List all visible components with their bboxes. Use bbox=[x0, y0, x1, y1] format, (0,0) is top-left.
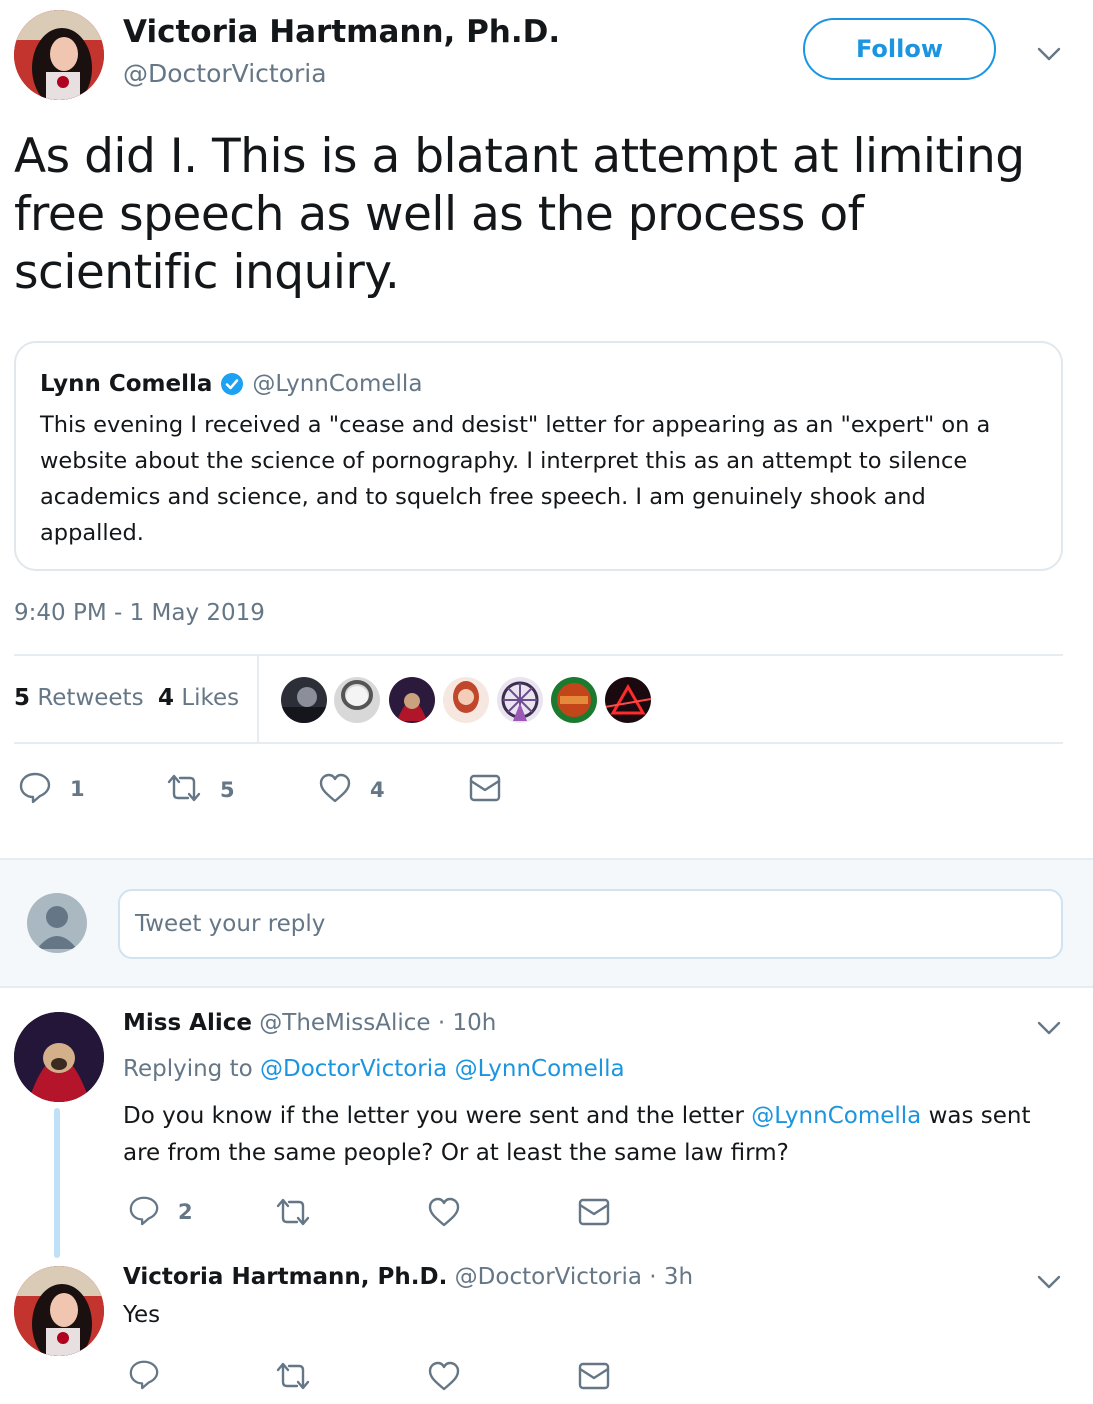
author-avatar[interactable] bbox=[14, 10, 104, 100]
chevron-down-icon[interactable] bbox=[1036, 1018, 1062, 1038]
like-action[interactable]: 4 bbox=[318, 772, 385, 808]
thread-line bbox=[54, 1108, 60, 1258]
retweet-icon bbox=[275, 1362, 311, 1396]
reply-time[interactable]: · 10h bbox=[438, 1010, 496, 1036]
direct-message-action[interactable] bbox=[578, 1197, 610, 1231]
liker-avatar[interactable] bbox=[389, 677, 435, 723]
heart-icon bbox=[427, 1361, 461, 1396]
replying-to-label: Replying to bbox=[123, 1056, 253, 1082]
replying-to-mentions[interactable]: @DoctorVictoria @LynnComella bbox=[260, 1056, 625, 1082]
chevron-down-icon[interactable] bbox=[1036, 44, 1062, 64]
reply-text: Do you know if the letter you were sent … bbox=[123, 1098, 1058, 1172]
retweets-stat[interactable]: 5 Retweets bbox=[14, 685, 144, 711]
author-handle[interactable]: @DoctorVictoria bbox=[123, 59, 327, 88]
retweets-count: 5 bbox=[14, 685, 31, 711]
retweet-icon bbox=[275, 1198, 311, 1232]
follow-button-label: Follow bbox=[855, 35, 944, 63]
divider bbox=[14, 654, 1063, 656]
heart-icon bbox=[318, 772, 352, 808]
reply-icon bbox=[128, 1194, 160, 1230]
liker-avatar[interactable] bbox=[281, 677, 327, 723]
reply-input-placeholder: Tweet your reply bbox=[135, 911, 326, 937]
quoted-tweet-text: This evening I received a "cease and des… bbox=[40, 412, 991, 546]
envelope-icon bbox=[469, 774, 501, 807]
tweet-timestamp[interactable]: 9:40 PM - 1 May 2019 bbox=[14, 600, 265, 626]
quoted-tweet-card[interactable]: Lynn Comella @LynnComella This evening I… bbox=[14, 341, 1063, 571]
user-avatar bbox=[27, 893, 87, 953]
retweet-action[interactable] bbox=[275, 1196, 311, 1232]
reply-author-name[interactable]: Miss Alice bbox=[123, 1010, 252, 1036]
reply-time[interactable]: · 3h bbox=[649, 1264, 693, 1290]
reply-author-handle[interactable]: @TheMissAlice bbox=[259, 1010, 430, 1036]
like-action[interactable] bbox=[427, 1360, 461, 1396]
reply-author-avatar[interactable] bbox=[14, 1266, 104, 1356]
reply-input[interactable]: Tweet your reply bbox=[118, 889, 1063, 959]
stats-divider bbox=[257, 656, 259, 742]
reply-icon bbox=[128, 1360, 160, 1394]
retweets-label: Retweets bbox=[37, 685, 144, 711]
author-name[interactable]: Victoria Hartmann, Ph.D. bbox=[123, 14, 560, 50]
reply-icon bbox=[18, 770, 52, 808]
reply-text-start: Do you know if the letter you were sent … bbox=[123, 1103, 744, 1129]
heart-icon bbox=[427, 1197, 461, 1232]
reply-author-avatar[interactable] bbox=[14, 1012, 104, 1102]
quoted-author-name: Lynn Comella bbox=[40, 371, 213, 397]
direct-message-action[interactable] bbox=[578, 1361, 610, 1395]
retweet-count: 5 bbox=[220, 778, 235, 802]
envelope-icon bbox=[578, 1362, 610, 1395]
quoted-author-handle: @LynnComella bbox=[252, 371, 423, 397]
liker-avatar[interactable] bbox=[605, 677, 651, 723]
like-count: 4 bbox=[370, 778, 385, 802]
envelope-icon bbox=[578, 1198, 610, 1231]
liker-avatar[interactable] bbox=[497, 677, 543, 723]
reply-header: Miss Alice @TheMissAlice · 10h bbox=[123, 1010, 496, 1036]
retweet-action[interactable] bbox=[275, 1360, 311, 1396]
reply-count: 2 bbox=[178, 1200, 193, 1224]
reply-author-name[interactable]: Victoria Hartmann, Ph.D. bbox=[123, 1264, 447, 1290]
reply-count: 1 bbox=[70, 777, 85, 801]
divider bbox=[14, 742, 1063, 744]
liker-avatar[interactable] bbox=[551, 677, 597, 723]
likes-stat[interactable]: 4 Likes bbox=[158, 685, 239, 711]
tweet-text: As did I. This is a blatant attempt at l… bbox=[14, 129, 1025, 300]
replying-to: Replying to @DoctorVictoria @LynnComella bbox=[123, 1056, 625, 1082]
reply-header: Victoria Hartmann, Ph.D. @DoctorVictoria… bbox=[123, 1264, 693, 1290]
reply-author-handle[interactable]: @DoctorVictoria bbox=[455, 1264, 642, 1290]
likes-count: 4 bbox=[158, 685, 175, 711]
reply-text: Yes bbox=[123, 1302, 161, 1328]
likes-label: Likes bbox=[181, 685, 240, 711]
reply-text-mention[interactable]: @LynnComella bbox=[751, 1103, 921, 1129]
like-action[interactable] bbox=[427, 1196, 461, 1232]
liker-avatar[interactable] bbox=[443, 677, 489, 723]
follow-button[interactable]: Follow bbox=[803, 18, 996, 80]
direct-message-action[interactable] bbox=[469, 773, 501, 807]
reply-action[interactable]: 2 bbox=[128, 1194, 193, 1230]
reply-action[interactable]: 1 bbox=[18, 770, 85, 808]
liker-avatar[interactable] bbox=[334, 677, 380, 723]
verified-badge-icon bbox=[220, 372, 244, 396]
chevron-down-icon[interactable] bbox=[1036, 1272, 1062, 1292]
retweet-icon bbox=[166, 772, 202, 808]
reply-action[interactable] bbox=[128, 1358, 160, 1394]
retweet-action[interactable]: 5 bbox=[166, 772, 235, 808]
